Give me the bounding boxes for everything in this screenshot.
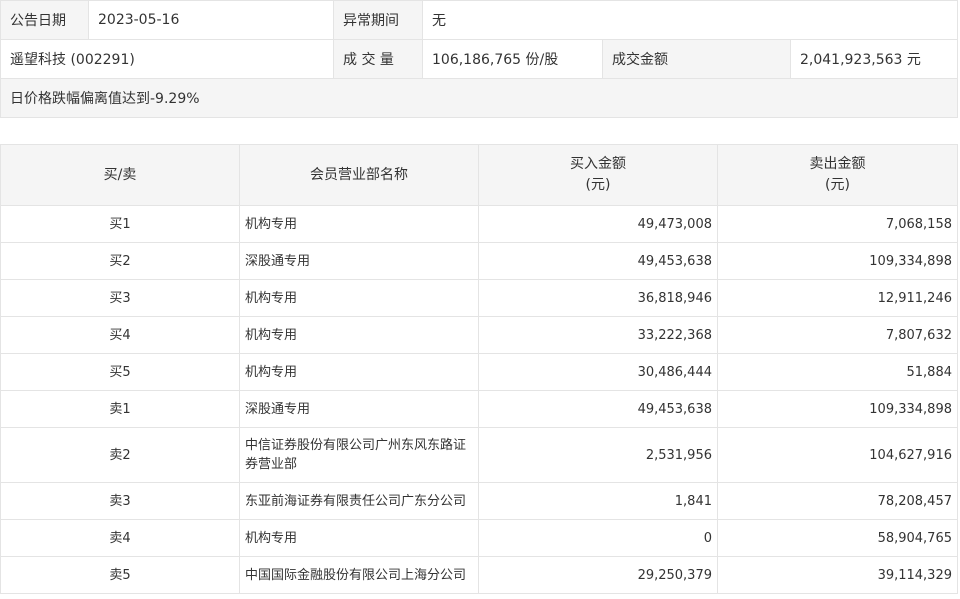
buy-amount-cell: 2,531,956 — [478, 427, 718, 483]
announce-date-value: 2023-05-16 — [88, 0, 334, 40]
buy-amount-cell: 0 — [478, 519, 718, 557]
reason-text: 日价格跌幅偏离值达到-9.29% — [0, 78, 958, 118]
table-row: 卖5 中国国际金融股份有限公司上海分公司 29,250,379 39,114,329 — [0, 556, 958, 594]
col-header-buy: 买入金额 (元) — [478, 144, 718, 206]
abnormal-period-value: 无 — [422, 0, 958, 40]
sell-amount-cell: 78,208,457 — [717, 482, 958, 520]
table-row: 卖2 中信证券股份有限公司广州东风东路证券营业部 2,531,956 104,627,… — [0, 427, 958, 483]
col-header-sell: 卖出金额 (元) — [717, 144, 958, 206]
broker-cell: 深股通专用 — [239, 390, 479, 428]
side-cell: 卖2 — [0, 427, 240, 483]
sell-amount-cell: 7,807,632 — [717, 316, 958, 354]
abnormal-period-label: 异常期间 — [333, 0, 423, 40]
broker-cell: 机构专用 — [239, 519, 479, 557]
info-row-date: 公告日期 2023-05-16 异常期间 无 — [0, 0, 958, 40]
side-cell: 卖5 — [0, 556, 240, 594]
sell-amount-cell: 104,627,916 — [717, 427, 958, 483]
col-header-buy-title: 买入金额 — [570, 156, 626, 172]
buy-amount-cell: 49,453,638 — [478, 390, 718, 428]
sell-amount-cell: 58,904,765 — [717, 519, 958, 557]
side-cell: 买2 — [0, 242, 240, 280]
sell-amount-cell: 39,114,329 — [717, 556, 958, 594]
broker-cell: 中国国际金融股份有限公司上海分公司 — [239, 556, 479, 594]
buy-amount-cell: 29,250,379 — [478, 556, 718, 594]
side-cell: 卖3 — [0, 482, 240, 520]
col-header-buy-unit: (元) — [585, 177, 611, 193]
stock-name: 遥望科技 (002291) — [0, 39, 334, 79]
table-row: 买2 深股通专用 49,453,638 109,334,898 — [0, 242, 958, 280]
sell-amount-cell: 109,334,898 — [717, 390, 958, 428]
table-row: 卖3 东亚前海证券有限责任公司广东分公司 1,841 78,208,457 — [0, 482, 958, 520]
sell-amount-cell: 109,334,898 — [717, 242, 958, 280]
info-row-reason: 日价格跌幅偏离值达到-9.29% — [0, 78, 958, 118]
col-header-sell-title: 卖出金额 — [809, 156, 866, 172]
table-row: 买1 机构专用 49,473,008 7,068,158 — [0, 205, 958, 243]
side-cell: 买1 — [0, 205, 240, 243]
table-row: 卖4 机构专用 0 58,904,765 — [0, 519, 958, 557]
broker-cell: 机构专用 — [239, 205, 479, 243]
broker-trades-table: 买/卖 会员营业部名称 买入金额 (元) 卖出金额 (元) 买1 机构专用 49,473… — [0, 144, 958, 594]
buy-amount-cell: 49,473,008 — [478, 205, 718, 243]
amount-value: 2,041,923,563 元 — [790, 39, 958, 79]
sell-amount-cell: 51,884 — [717, 353, 958, 391]
sell-amount-cell: 12,911,246 — [717, 279, 958, 317]
col-header-broker: 会员营业部名称 — [239, 144, 479, 206]
side-cell: 买3 — [0, 279, 240, 317]
side-cell: 买4 — [0, 316, 240, 354]
buy-amount-cell: 36,818,946 — [478, 279, 718, 317]
buy-amount-cell: 49,453,638 — [478, 242, 718, 280]
table-row: 买5 机构专用 30,486,444 51,884 — [0, 353, 958, 391]
side-cell: 卖1 — [0, 390, 240, 428]
col-header-sell-unit: (元) — [825, 177, 850, 193]
info-row-stock: 遥望科技 (002291) 成 交 量 106,186,765 份/股 成交金额… — [0, 39, 958, 79]
announce-date-label: 公告日期 — [0, 0, 89, 40]
col-header-side: 买/卖 — [0, 144, 240, 206]
sell-amount-cell: 7,068,158 — [717, 205, 958, 243]
table-row: 买4 机构专用 33,222,368 7,807,632 — [0, 316, 958, 354]
table-row: 买3 机构专用 36,818,946 12,911,246 — [0, 279, 958, 317]
buy-amount-cell: 33,222,368 — [478, 316, 718, 354]
volume-label: 成 交 量 — [333, 39, 423, 79]
table-header-row: 买/卖 会员营业部名称 买入金额 (元) 卖出金额 (元) — [0, 144, 958, 206]
broker-cell: 机构专用 — [239, 353, 479, 391]
announcement-info-table: 公告日期 2023-05-16 异常期间 无 遥望科技 (002291) 成 交… — [0, 0, 958, 118]
broker-cell: 机构专用 — [239, 316, 479, 354]
broker-cell: 机构专用 — [239, 279, 479, 317]
broker-cell: 东亚前海证券有限责任公司广东分公司 — [239, 482, 479, 520]
buy-amount-cell: 1,841 — [478, 482, 718, 520]
amount-label: 成交金额 — [602, 39, 791, 79]
table-row: 卖1 深股通专用 49,453,638 109,334,898 — [0, 390, 958, 428]
side-cell: 买5 — [0, 353, 240, 391]
buy-amount-cell: 30,486,444 — [478, 353, 718, 391]
broker-cell: 中信证券股份有限公司广州东风东路证券营业部 — [239, 427, 479, 483]
side-cell: 卖4 — [0, 519, 240, 557]
broker-cell: 深股通专用 — [239, 242, 479, 280]
volume-value: 106,186,765 份/股 — [422, 39, 603, 79]
